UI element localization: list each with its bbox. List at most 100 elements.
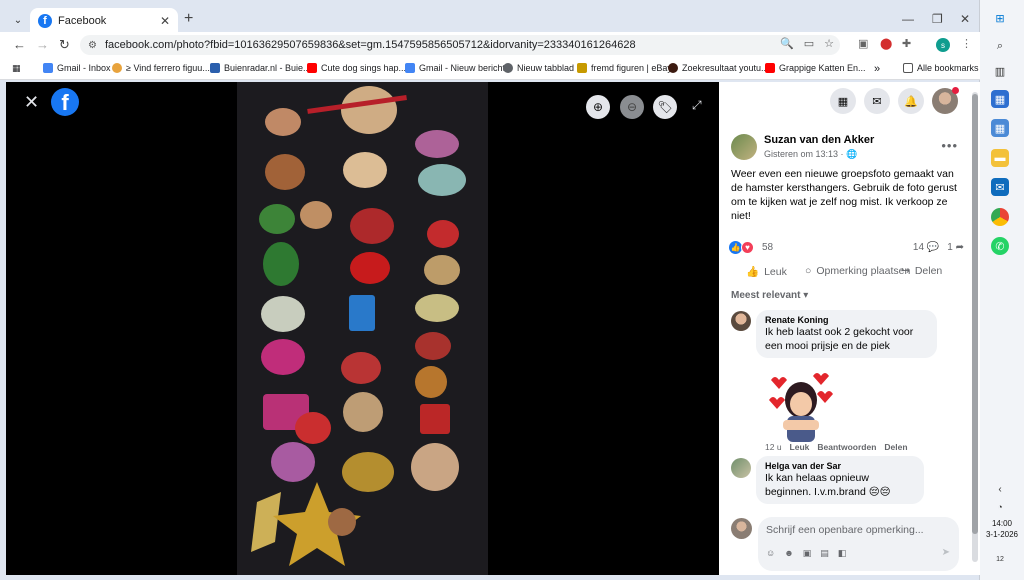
comment-button[interactable]: ○ Opmerking plaatsen bbox=[805, 265, 910, 277]
clock[interactable]: 14:00 3-1-2026 bbox=[984, 518, 1020, 540]
comment-time[interactable]: 12 u bbox=[765, 442, 782, 452]
bookmark-item[interactable]: ≥ Vind ferrero figuu... bbox=[112, 63, 210, 73]
browser-window: ⌄ f Facebook ✕ + — ❐ ✕ ← → ↻ ⚙ facebook.… bbox=[0, 0, 980, 580]
folder-icon bbox=[903, 63, 913, 73]
share-count[interactable]: 1 ➦ bbox=[947, 242, 964, 253]
all-bookmarks[interactable]: Alle bookmarks bbox=[903, 63, 979, 73]
post-timestamp[interactable]: Gisteren om 13:13 · 🌐 bbox=[764, 149, 857, 160]
store-icon[interactable]: ▦ bbox=[991, 90, 1009, 108]
menu-grid-icon[interactable]: ▦ bbox=[830, 88, 856, 114]
send-icon[interactable]: ➤ bbox=[942, 547, 950, 558]
chrome-icon[interactable] bbox=[991, 208, 1009, 226]
menu-kebab-icon[interactable]: ⋮ bbox=[961, 37, 972, 50]
bookmark-item[interactable]: fremd figuren | eBay bbox=[577, 63, 672, 73]
url-text: facebook.com/photo?fbid=1016362950765983… bbox=[104, 39, 636, 51]
windows-start-icon[interactable]: ⊞ bbox=[991, 9, 1009, 27]
minimize-icon[interactable]: — bbox=[902, 12, 914, 26]
scrollbar-thumb[interactable] bbox=[972, 94, 978, 534]
ornaments-image bbox=[237, 82, 488, 575]
bookmark-item[interactable]: Gmail - Nieuw bericht bbox=[405, 63, 505, 73]
comment-placeholder: Schrijf een openbare opmerking... bbox=[766, 524, 924, 536]
camera-icon[interactable]: ▣ bbox=[803, 548, 812, 559]
ebay-icon bbox=[577, 63, 587, 73]
reactions-summary[interactable]: 👍 ♥ 58 bbox=[729, 241, 773, 254]
new-tab-plus-icon[interactable]: + bbox=[184, 10, 193, 28]
wifi-icon[interactable]: ◔ bbox=[991, 498, 1009, 516]
bookmark-star-icon[interactable]: ☆ bbox=[824, 37, 834, 50]
tab-title: Facebook bbox=[58, 15, 107, 27]
restore-icon[interactable]: ❐ bbox=[932, 12, 943, 26]
bookmark-item[interactable]: Grappige Katten En... bbox=[765, 63, 866, 73]
task-view-icon[interactable]: ▥ bbox=[991, 62, 1009, 80]
whatsapp-icon[interactable]: ✆ bbox=[991, 237, 1009, 255]
like-button[interactable]: 👍 Leuk bbox=[746, 265, 787, 279]
bookmark-item[interactable]: Cute dog sings hap... bbox=[307, 63, 406, 73]
commenter-name[interactable]: Renate Koning bbox=[765, 315, 928, 325]
file-explorer-icon[interactable]: ▬ bbox=[991, 149, 1009, 167]
bookmark-item[interactable]: Buienradar.nl - Buie... bbox=[210, 63, 311, 73]
more-bookmarks-chevron-icon[interactable]: » bbox=[874, 63, 880, 75]
apps-grid-icon[interactable]: ▦ bbox=[12, 63, 21, 74]
google-icon bbox=[43, 63, 53, 73]
comment-meta: 12 u Leuk Beantwoorden Delen bbox=[765, 442, 908, 452]
tab-close-icon[interactable]: ✕ bbox=[160, 14, 170, 28]
emoji-icon[interactable]: ☻ bbox=[784, 548, 793, 559]
commenter-avatar[interactable] bbox=[731, 311, 751, 331]
close-viewer-icon[interactable]: ✕ bbox=[24, 92, 39, 113]
zoom-out-icon[interactable]: ⊖ bbox=[620, 95, 644, 119]
notification-center-icon[interactable]: 12 bbox=[991, 550, 1009, 568]
author-avatar[interactable] bbox=[731, 134, 757, 160]
more-options-icon[interactable]: ••• bbox=[941, 138, 958, 153]
forward-arrow-icon[interactable]: → bbox=[36, 37, 49, 52]
extension-icon[interactable]: ▣ bbox=[858, 37, 868, 50]
comment-bubble: Helga van der Sar Ik kan helaas opnieuw … bbox=[756, 456, 924, 504]
notifications-bell-icon[interactable]: 🔔 bbox=[898, 88, 924, 114]
bookmarks-bar: ▦ Gmail - Inbox ≥ Vind ferrero figuu... … bbox=[0, 58, 980, 80]
commenter-avatar[interactable] bbox=[731, 458, 751, 478]
thumbs-up-icon: 👍 bbox=[746, 266, 760, 278]
back-arrow-icon[interactable]: ← bbox=[13, 37, 26, 52]
comment-like-button[interactable]: Leuk bbox=[790, 442, 810, 452]
circle-icon bbox=[668, 63, 678, 73]
commenter-name[interactable]: Helga van der Sar bbox=[765, 461, 915, 471]
windows-taskbar: ⊞ ⌕ ▥ ▦ ▦ ▬ ✉ ✆ ‹ ◔ 14:00 3-1-2026 12 bbox=[980, 0, 1024, 580]
author-name[interactable]: Suzan van den Akker bbox=[764, 134, 874, 146]
outlook-icon[interactable]: ✉ bbox=[991, 178, 1009, 196]
facebook-logo-icon[interactable]: f bbox=[51, 88, 79, 116]
comment-input[interactable]: Schrijf een openbare opmerking... ☺ ☻ ▣ … bbox=[758, 517, 959, 571]
share-button[interactable]: ↪ Delen bbox=[901, 265, 942, 277]
tab-search-chevron-icon[interactable]: ⌄ bbox=[8, 10, 28, 30]
reload-icon[interactable]: ↻ bbox=[59, 37, 70, 53]
comment-share-button[interactable]: Delen bbox=[884, 442, 907, 452]
messenger-icon[interactable]: ✉ bbox=[864, 88, 890, 114]
comment-reply-button[interactable]: Beantwoorden bbox=[817, 442, 876, 452]
sticker-icon[interactable]: ◧ bbox=[838, 548, 847, 559]
account-avatar[interactable] bbox=[932, 87, 959, 114]
tab-facebook[interactable]: f Facebook ✕ bbox=[30, 8, 178, 34]
photo-christmas-ornaments[interactable] bbox=[237, 82, 488, 575]
avatar-sticker-icon[interactable]: ☺ bbox=[766, 548, 775, 559]
comment-sort-dropdown[interactable]: Meest relevant ▾ bbox=[731, 290, 808, 301]
site-info-icon[interactable]: ⚙ bbox=[88, 40, 97, 51]
share-icon: ↪ bbox=[901, 265, 910, 277]
opera-extension-icon[interactable]: ⬤ bbox=[880, 37, 892, 50]
tray-chevron-icon[interactable]: ‹ bbox=[991, 480, 1009, 498]
bookmark-item[interactable]: Gmail - Inbox bbox=[43, 63, 111, 73]
puzzle-extensions-icon[interactable]: ✚ bbox=[902, 37, 911, 50]
header-actions: ▦ ✉ 🔔 bbox=[830, 87, 959, 114]
fullscreen-expand-icon[interactable]: ⤢ bbox=[692, 98, 702, 113]
profile-avatar[interactable]: s bbox=[936, 38, 950, 52]
zoom-icon[interactable]: 🔍 bbox=[780, 37, 794, 50]
bookmark-item[interactable]: Zoekresultaat youtu... bbox=[668, 63, 769, 73]
zoom-in-icon[interactable]: ⊕ bbox=[586, 95, 610, 119]
search-icon[interactable]: ⌕ bbox=[991, 37, 1009, 55]
address-bar[interactable]: ⚙ facebook.com/photo?fbid=10163629507659… bbox=[80, 35, 840, 55]
bookmark-item[interactable]: Nieuw tabblad bbox=[503, 63, 574, 73]
tag-icon[interactable]: 🏷 bbox=[653, 95, 677, 119]
window-close-icon[interactable]: ✕ bbox=[960, 12, 970, 26]
cast-icon[interactable]: ▭ bbox=[804, 37, 814, 50]
gif-icon[interactable]: ▤ bbox=[820, 548, 829, 559]
calculator-icon[interactable]: ▦ bbox=[991, 119, 1009, 137]
comment-count[interactable]: 14 💬 bbox=[913, 242, 939, 253]
my-avatar[interactable] bbox=[731, 518, 752, 539]
